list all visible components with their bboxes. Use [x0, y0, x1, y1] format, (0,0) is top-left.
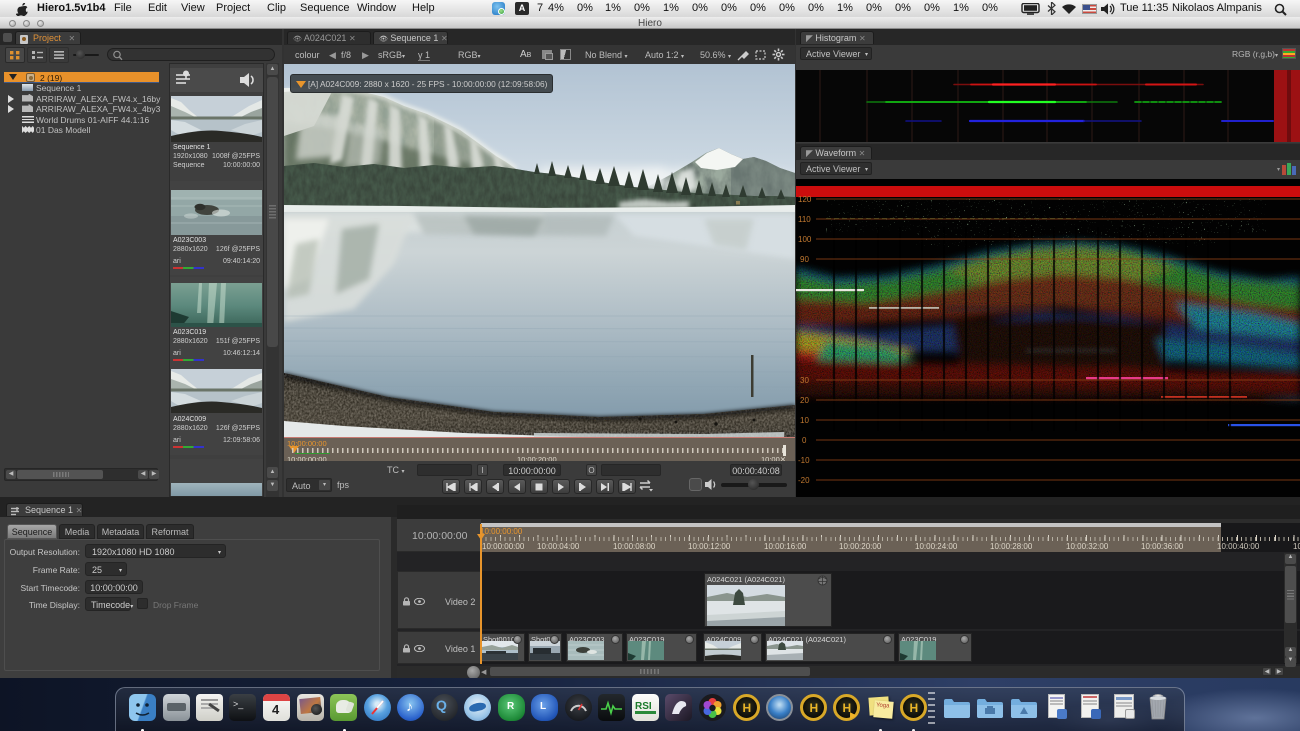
svg-text:30: 30 [800, 376, 809, 385]
svg-text:10: 10 [800, 416, 809, 425]
svg-text:-10: -10 [798, 456, 810, 465]
svg-text:-20: -20 [798, 476, 810, 485]
svg-text:100: 100 [798, 235, 812, 244]
svg-text:120: 120 [798, 195, 812, 204]
svg-text:20: 20 [800, 396, 809, 405]
svg-text:110: 110 [798, 215, 811, 224]
svg-text:90: 90 [800, 255, 809, 264]
svg-text:0: 0 [802, 436, 807, 445]
